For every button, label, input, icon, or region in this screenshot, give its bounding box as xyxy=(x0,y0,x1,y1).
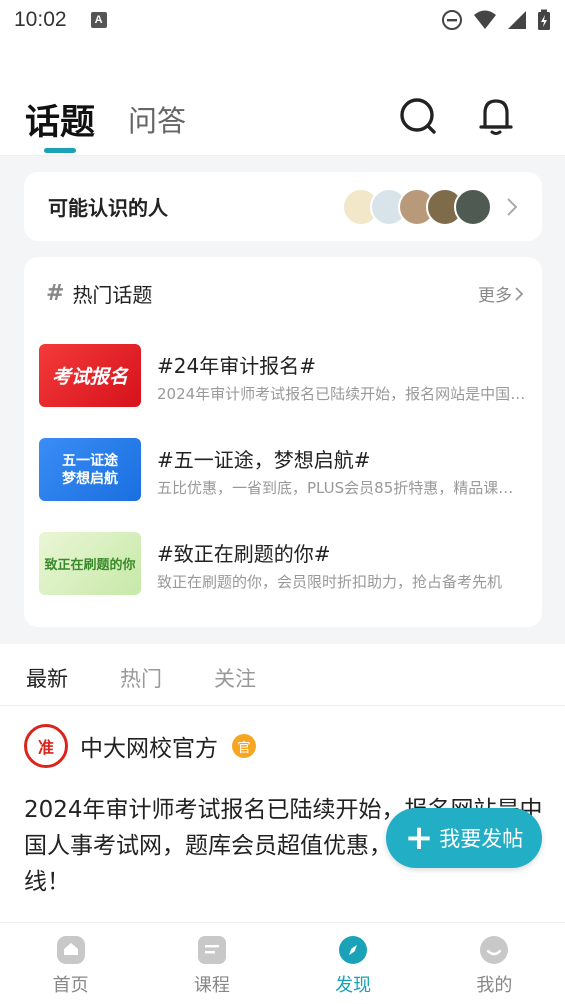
nav-discover[interactable]: 发现 xyxy=(283,923,424,1004)
post-author[interactable]: 准 中大网校官方 官 xyxy=(24,724,256,768)
bell-icon xyxy=(479,99,513,135)
hash-icon: # xyxy=(46,281,65,306)
tab-following[interactable]: 关注 xyxy=(214,663,256,693)
topic-description: 致正在刷题的你，会员限时折扣助力，抢占备考先机 xyxy=(157,573,503,591)
notification-a-icon: A xyxy=(90,12,107,28)
tab-indicator xyxy=(44,148,76,153)
more-label: 更多 xyxy=(478,286,512,306)
status-icons xyxy=(441,9,551,31)
discover-section: 可能认识的人 # 热门话题 更多 考试报名 #24年审计报名# 2024年审计师… xyxy=(0,156,565,644)
topic-item[interactable]: 致正在刷题的你 #致正在刷题的你# 致正在刷题的你，会员限时折扣助力，抢占备考先… xyxy=(39,532,529,596)
nav-course[interactable]: 课程 xyxy=(141,923,282,1004)
avatar-stack xyxy=(342,187,492,226)
do-not-disturb-icon xyxy=(442,10,462,30)
hot-topics-card: # 热门话题 更多 考试报名 #24年审计报名# 2024年审计师考试报名已陆续… xyxy=(24,257,542,627)
create-post-button[interactable]: + 我要发帖 xyxy=(386,808,542,868)
topic-title: #致正在刷题的你# xyxy=(157,542,331,566)
more-topics-link[interactable]: 更多 xyxy=(478,281,524,306)
topic-description: 五比优惠，一省到底，PLUS会员85折特惠，精品课程限时抢 xyxy=(157,479,527,497)
tab-qa[interactable]: 问答 xyxy=(128,98,186,140)
top-header: 话题 问答 xyxy=(0,86,565,156)
tab-latest[interactable]: 最新 xyxy=(26,663,68,693)
nav-profile[interactable]: 我的 xyxy=(424,923,565,1004)
profile-icon xyxy=(480,936,509,964)
bottom-nav: 首页 课程 发现 我的 xyxy=(0,922,565,1004)
course-icon xyxy=(197,936,226,964)
plus-icon: + xyxy=(404,818,434,858)
nav-label: 我的 xyxy=(476,975,513,996)
author-avatar: 准 xyxy=(24,724,68,768)
feed-tabs: 最新 热门 关注 xyxy=(0,644,565,706)
nav-label: 发现 xyxy=(335,975,372,996)
battery-icon xyxy=(538,9,550,30)
author-name: 中大网校官方 xyxy=(80,736,218,762)
topic-item[interactable]: 五一证途 梦想启航 #五一证途，梦想启航# 五比优惠，一省到底，PLUS会员85… xyxy=(39,438,529,502)
nav-home[interactable]: 首页 xyxy=(0,923,141,1004)
search-button[interactable] xyxy=(396,94,440,138)
thumb-text: 考试报名 xyxy=(51,366,128,388)
wifi-icon xyxy=(474,10,496,29)
notification-button[interactable] xyxy=(474,94,518,138)
topic-description: 2024年审计师考试报名已陆续开始，报名网站是中国人事考试网 xyxy=(157,385,527,403)
status-bar: 10:02 A xyxy=(0,0,565,40)
topic-thumbnail: 五一证途 梦想启航 xyxy=(39,438,141,501)
search-icon xyxy=(400,98,436,134)
topic-thumbnail: 考试报名 xyxy=(39,344,141,407)
signal-icon xyxy=(508,11,526,29)
thumb-text: 梦想启航 xyxy=(62,470,118,487)
topic-thumbnail: 致正在刷题的你 xyxy=(39,532,141,595)
create-post-label: 我要发帖 xyxy=(439,827,524,851)
nav-label: 课程 xyxy=(193,975,230,996)
official-badge: 官 xyxy=(232,734,256,758)
logo-text: 准 xyxy=(37,738,54,757)
home-icon xyxy=(56,936,85,964)
topic-item[interactable]: 考试报名 #24年审计报名# 2024年审计师考试报名已陆续开始，报名网站是中国… xyxy=(39,344,529,408)
thumb-text: 五一证途 xyxy=(62,452,118,469)
people-you-may-know-card[interactable]: 可能认识的人 xyxy=(24,172,542,241)
discover-icon xyxy=(339,936,368,964)
tab-hot[interactable]: 热门 xyxy=(120,663,162,693)
topic-title: #五一证途，梦想启航# xyxy=(157,448,371,472)
chevron-right-icon xyxy=(507,197,518,216)
chevron-right-icon xyxy=(515,286,524,301)
hot-topics-title: 热门话题 xyxy=(72,283,153,307)
people-card-title: 可能认识的人 xyxy=(48,196,168,220)
hot-topics-header: # 热门话题 更多 xyxy=(46,279,524,308)
avatar xyxy=(454,187,492,226)
nav-label: 首页 xyxy=(52,975,89,996)
thumb-text: 致正在刷题的你 xyxy=(44,558,136,573)
tab-topics[interactable]: 话题 xyxy=(25,94,95,145)
topic-title: #24年审计报名# xyxy=(157,354,316,378)
status-time: 10:02 xyxy=(14,8,67,31)
